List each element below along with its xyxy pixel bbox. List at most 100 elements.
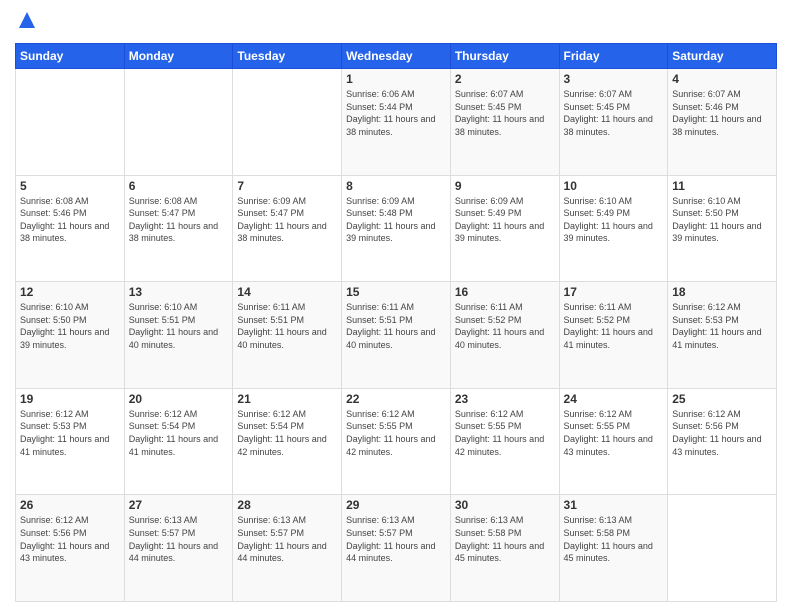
- day-cell: 21 Sunrise: 6:12 AM Sunset: 5:54 PM Dayli…: [233, 388, 342, 495]
- day-number: 17: [564, 285, 664, 299]
- day-detail: Sunrise: 6:12 AM Sunset: 5:55 PM Dayligh…: [346, 408, 446, 458]
- day-detail: Sunrise: 6:13 AM Sunset: 5:57 PM Dayligh…: [237, 514, 337, 564]
- day-number: 5: [20, 179, 120, 193]
- day-detail: Sunrise: 6:12 AM Sunset: 5:53 PM Dayligh…: [672, 301, 772, 351]
- page: SundayMondayTuesdayWednesdayThursdayFrid…: [0, 0, 792, 612]
- day-number: 26: [20, 498, 120, 512]
- day-cell: 4 Sunrise: 6:07 AM Sunset: 5:46 PM Daylig…: [668, 69, 777, 176]
- day-cell: 19Sunrise: 6:12 AM Sunset: 5:53 PM Dayli…: [16, 388, 125, 495]
- day-number: 12: [20, 285, 120, 299]
- day-number: 9: [455, 179, 555, 193]
- day-detail: Sunrise: 6:13 AM Sunset: 5:58 PM Dayligh…: [455, 514, 555, 564]
- day-number: 21: [237, 392, 337, 406]
- day-cell: 25 Sunrise: 6:12 AM Sunset: 5:56 PM Dayli…: [668, 388, 777, 495]
- day-cell: 27 Sunrise: 6:13 AM Sunset: 5:57 PM Dayli…: [124, 495, 233, 602]
- day-detail: Sunrise: 6:13 AM Sunset: 5:57 PM Dayligh…: [129, 514, 229, 564]
- day-detail: Sunrise: 6:12 AM Sunset: 5:55 PM Dayligh…: [564, 408, 664, 458]
- week-row-3: 12 Sunrise: 6:10 AM Sunset: 5:50 PM Dayli…: [16, 282, 777, 389]
- day-cell: 2 Sunrise: 6:07 AM Sunset: 5:45 PM Daylig…: [450, 69, 559, 176]
- day-number: 13: [129, 285, 229, 299]
- day-detail: Sunrise: 6:08 AM Sunset: 5:47 PM Dayligh…: [129, 195, 229, 245]
- logo-icon: [17, 10, 37, 30]
- day-cell: 30 Sunrise: 6:13 AM Sunset: 5:58 PM Dayli…: [450, 495, 559, 602]
- day-cell: 11 Sunrise: 6:10 AM Sunset: 5:50 PM Dayli…: [668, 175, 777, 282]
- day-detail: Sunrise: 6:09 AM Sunset: 5:49 PM Dayligh…: [455, 195, 555, 245]
- day-cell: 20 Sunrise: 6:12 AM Sunset: 5:54 PM Dayli…: [124, 388, 233, 495]
- col-header-tuesday: Tuesday: [233, 44, 342, 69]
- day-detail: Sunrise: 6:12 AM Sunset: 5:56 PM Dayligh…: [672, 408, 772, 458]
- day-detail: Sunrise: 6:09 AM Sunset: 5:48 PM Dayligh…: [346, 195, 446, 245]
- day-detail: Sunrise: 6:07 AM Sunset: 5:45 PM Dayligh…: [455, 88, 555, 138]
- day-number: 15: [346, 285, 446, 299]
- col-header-monday: Monday: [124, 44, 233, 69]
- day-cell: 8 Sunrise: 6:09 AM Sunset: 5:48 PM Daylig…: [342, 175, 451, 282]
- day-number: 14: [237, 285, 337, 299]
- day-cell: 16 Sunrise: 6:11 AM Sunset: 5:52 PM Dayli…: [450, 282, 559, 389]
- day-detail: Sunrise: 6:11 AM Sunset: 5:52 PM Dayligh…: [564, 301, 664, 351]
- week-row-2: 5 Sunrise: 6:08 AM Sunset: 5:46 PM Daylig…: [16, 175, 777, 282]
- day-cell: [124, 69, 233, 176]
- day-detail: Sunrise: 6:09 AM Sunset: 5:47 PM Dayligh…: [237, 195, 337, 245]
- logo: [15, 10, 37, 35]
- day-cell: 1 Sunrise: 6:06 AM Sunset: 5:44 PM Daylig…: [342, 69, 451, 176]
- day-cell: 26 Sunrise: 6:12 AM Sunset: 5:56 PM Dayli…: [16, 495, 125, 602]
- day-number: 4: [672, 72, 772, 86]
- week-row-5: 26 Sunrise: 6:12 AM Sunset: 5:56 PM Dayli…: [16, 495, 777, 602]
- day-number: 28: [237, 498, 337, 512]
- day-cell: 22Sunrise: 6:12 AM Sunset: 5:55 PM Dayli…: [342, 388, 451, 495]
- day-cell: 24Sunrise: 6:12 AM Sunset: 5:55 PM Dayli…: [559, 388, 668, 495]
- day-detail: Sunrise: 6:10 AM Sunset: 5:50 PM Dayligh…: [672, 195, 772, 245]
- day-number: 8: [346, 179, 446, 193]
- day-number: 3: [564, 72, 664, 86]
- day-cell: 12 Sunrise: 6:10 AM Sunset: 5:50 PM Dayli…: [16, 282, 125, 389]
- day-number: 7: [237, 179, 337, 193]
- day-cell: 13 Sunrise: 6:10 AM Sunset: 5:51 PM Dayli…: [124, 282, 233, 389]
- day-detail: Sunrise: 6:10 AM Sunset: 5:51 PM Dayligh…: [129, 301, 229, 351]
- day-cell: 6Sunrise: 6:08 AM Sunset: 5:47 PM Daylig…: [124, 175, 233, 282]
- col-header-sunday: Sunday: [16, 44, 125, 69]
- day-detail: Sunrise: 6:10 AM Sunset: 5:49 PM Dayligh…: [564, 195, 664, 245]
- header-row: SundayMondayTuesdayWednesdayThursdayFrid…: [16, 44, 777, 69]
- day-cell: 5 Sunrise: 6:08 AM Sunset: 5:46 PM Daylig…: [16, 175, 125, 282]
- day-detail: Sunrise: 6:12 AM Sunset: 5:54 PM Dayligh…: [129, 408, 229, 458]
- day-detail: Sunrise: 6:10 AM Sunset: 5:50 PM Dayligh…: [20, 301, 120, 351]
- day-detail: Sunrise: 6:07 AM Sunset: 5:45 PM Dayligh…: [564, 88, 664, 138]
- day-detail: Sunrise: 6:12 AM Sunset: 5:56 PM Dayligh…: [20, 514, 120, 564]
- day-number: 20: [129, 392, 229, 406]
- day-cell: 28 Sunrise: 6:13 AM Sunset: 5:57 PM Dayli…: [233, 495, 342, 602]
- col-header-friday: Friday: [559, 44, 668, 69]
- day-number: 27: [129, 498, 229, 512]
- day-cell: [233, 69, 342, 176]
- day-number: 25: [672, 392, 772, 406]
- day-number: 31: [564, 498, 664, 512]
- day-number: 2: [455, 72, 555, 86]
- day-number: 29: [346, 498, 446, 512]
- day-detail: Sunrise: 6:12 AM Sunset: 5:55 PM Dayligh…: [455, 408, 555, 458]
- day-detail: Sunrise: 6:12 AM Sunset: 5:54 PM Dayligh…: [237, 408, 337, 458]
- day-detail: Sunrise: 6:13 AM Sunset: 5:58 PM Dayligh…: [564, 514, 664, 564]
- day-cell: 7 Sunrise: 6:09 AM Sunset: 5:47 PM Daylig…: [233, 175, 342, 282]
- day-detail: Sunrise: 6:06 AM Sunset: 5:44 PM Dayligh…: [346, 88, 446, 138]
- day-cell: 15 Sunrise: 6:11 AM Sunset: 5:51 PM Dayli…: [342, 282, 451, 389]
- col-header-thursday: Thursday: [450, 44, 559, 69]
- day-detail: Sunrise: 6:07 AM Sunset: 5:46 PM Dayligh…: [672, 88, 772, 138]
- week-row-1: 1 Sunrise: 6:06 AM Sunset: 5:44 PM Daylig…: [16, 69, 777, 176]
- day-detail: Sunrise: 6:11 AM Sunset: 5:52 PM Dayligh…: [455, 301, 555, 351]
- day-number: 19: [20, 392, 120, 406]
- day-detail: Sunrise: 6:11 AM Sunset: 5:51 PM Dayligh…: [346, 301, 446, 351]
- day-cell: 29 Sunrise: 6:13 AM Sunset: 5:57 PM Dayli…: [342, 495, 451, 602]
- day-cell: 23 Sunrise: 6:12 AM Sunset: 5:55 PM Dayli…: [450, 388, 559, 495]
- day-number: 1: [346, 72, 446, 86]
- day-cell: [668, 495, 777, 602]
- day-cell: 10Sunrise: 6:10 AM Sunset: 5:49 PM Dayli…: [559, 175, 668, 282]
- day-number: 16: [455, 285, 555, 299]
- day-detail: Sunrise: 6:08 AM Sunset: 5:46 PM Dayligh…: [20, 195, 120, 245]
- day-number: 30: [455, 498, 555, 512]
- day-cell: 3 Sunrise: 6:07 AM Sunset: 5:45 PM Daylig…: [559, 69, 668, 176]
- day-number: 11: [672, 179, 772, 193]
- day-cell: 14 Sunrise: 6:11 AM Sunset: 5:51 PM Dayli…: [233, 282, 342, 389]
- col-header-wednesday: Wednesday: [342, 44, 451, 69]
- day-detail: Sunrise: 6:11 AM Sunset: 5:51 PM Dayligh…: [237, 301, 337, 351]
- day-number: 23: [455, 392, 555, 406]
- day-detail: Sunrise: 6:13 AM Sunset: 5:57 PM Dayligh…: [346, 514, 446, 564]
